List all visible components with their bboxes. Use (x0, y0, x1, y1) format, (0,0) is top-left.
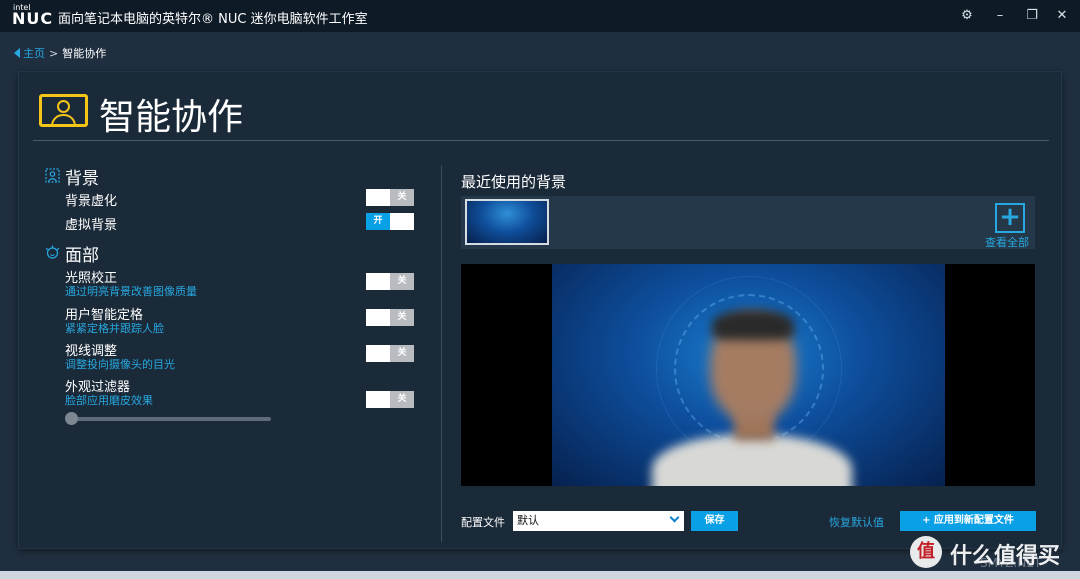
apply-new-config-button[interactable]: + 应用到新配置文件 (900, 511, 1036, 531)
config-select[interactable]: 默认 (513, 511, 684, 531)
watermark-logo-icon: 值 (910, 536, 942, 568)
save-button[interactable]: 保存 (691, 511, 738, 531)
breadcrumb-current: 智能协作 (62, 47, 107, 60)
background-section-title: 背景 (65, 169, 99, 189)
background-icon (45, 168, 60, 183)
framing-state: 关 (390, 309, 414, 326)
gaze-state: 关 (390, 345, 414, 362)
column-divider (441, 166, 442, 542)
framing-toggle[interactable]: 关 (366, 309, 414, 326)
breadcrumb-separator: > (49, 46, 59, 60)
gaze-toggle[interactable]: 关 (366, 345, 414, 362)
config-label: 配置文件 (461, 516, 505, 529)
title-bar: intel NUC 面向笔记本电脑的英特尔® NUC 迷你电脑软件工作室 ⚙ –… (0, 0, 1080, 32)
background-blur-label: 背景虚化 (65, 194, 118, 209)
virtual-background-toggle[interactable]: 开 (366, 213, 414, 230)
app-title: 面向笔记本电脑的英特尔® NUC 迷你电脑软件工作室 (58, 12, 368, 27)
person-frame-icon (39, 94, 88, 127)
appearance-slider-thumb[interactable] (65, 412, 78, 425)
chevron-down-icon (669, 512, 680, 523)
watermark-sub: SMYZ.NET (980, 556, 1042, 570)
watermark: 值 什么值得买 SMYZ.NET (910, 534, 1080, 574)
virtual-background-label: 虚拟背景 (65, 218, 118, 233)
close-icon[interactable]: ✕ (1052, 6, 1072, 26)
restore-icon[interactable]: ❐ (1022, 6, 1042, 26)
nuc-logo: intel NUC (12, 4, 52, 28)
gaze-desc: 调整投向摄像头的目光 (65, 358, 175, 371)
appearance-slider-track[interactable] (67, 417, 271, 421)
virtual-background-image (552, 264, 945, 486)
title-divider (33, 140, 1049, 141)
gear-icon[interactable]: ⚙ (957, 6, 977, 26)
recent-backgrounds-title: 最近使用的背景 (461, 173, 567, 191)
page-title: 智能协作 (99, 97, 244, 138)
breadcrumb-home-link[interactable]: 主页 (23, 45, 45, 61)
recent-backgrounds-strip: + 查看全部 (461, 196, 1035, 249)
lighting-state: 关 (390, 273, 414, 290)
face-section-title: 面部 (65, 246, 99, 266)
appearance-state: 关 (390, 391, 414, 408)
lighting-toggle[interactable]: 关 (366, 273, 414, 290)
virtual-background-state: 开 (366, 213, 390, 230)
background-blur-state: 关 (390, 189, 414, 206)
person-torso (652, 434, 852, 486)
logo-nuc-text: NUC (12, 9, 54, 28)
lighting-desc: 通过明亮背景改善图像质量 (65, 285, 197, 298)
appearance-toggle[interactable]: 关 (366, 391, 414, 408)
face-icon (45, 245, 60, 259)
camera-preview (461, 264, 1035, 486)
minimize-icon[interactable]: – (990, 6, 1010, 26)
appearance-desc: 脸部应用磨皮效果 (65, 394, 153, 407)
restore-defaults-link[interactable]: 恢复默认值 (829, 514, 884, 530)
recent-background-thumbnail[interactable] (465, 199, 549, 245)
add-icon[interactable]: + (995, 203, 1025, 233)
framing-desc: 紧紧定格并跟踪人脸 (65, 322, 164, 335)
config-selected-value: 默认 (517, 514, 539, 527)
view-all-link[interactable]: 查看全部 (985, 234, 1029, 250)
main-panel: 智能协作 背景 背景虚化 关 虚拟背景 开 面部 光照校正 通过明亮背景改善图像… (18, 71, 1062, 549)
background-blur-toggle[interactable]: 关 (366, 189, 414, 206)
back-arrow-icon[interactable] (14, 48, 20, 58)
breadcrumb: 主页 > 智能协作 (14, 45, 106, 61)
